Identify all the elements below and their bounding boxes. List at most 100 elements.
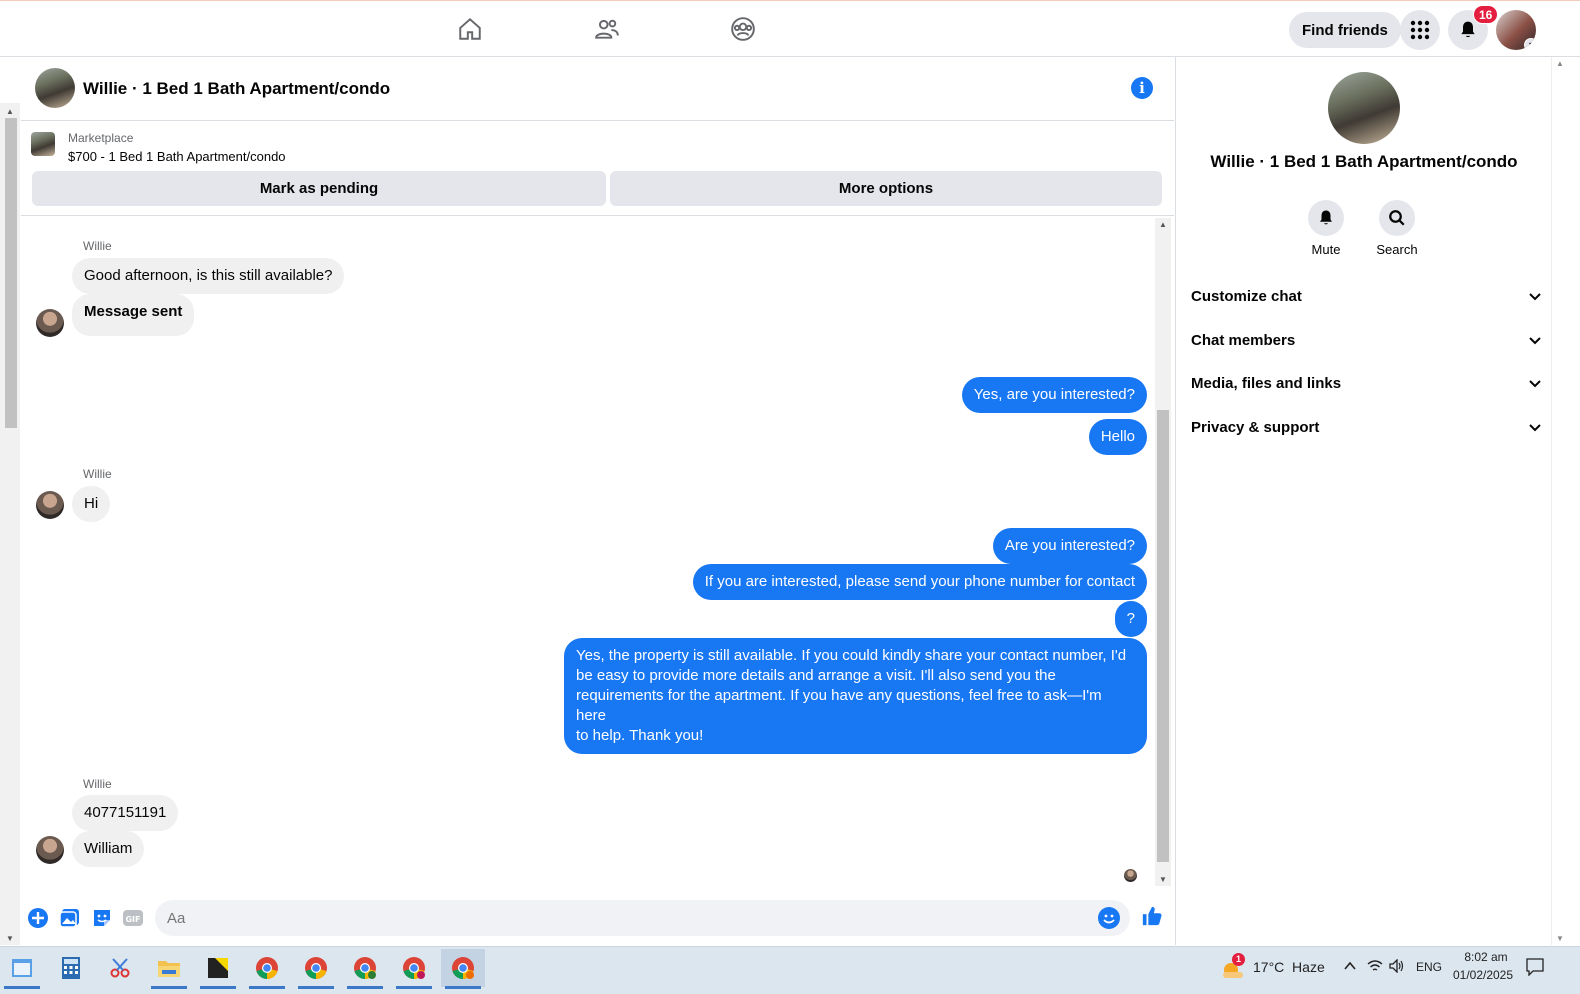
taskbar-app-calculator[interactable]	[49, 949, 93, 987]
mute-label: Mute	[1311, 242, 1341, 257]
message-outgoing[interactable]: If you are interested, please send your …	[692, 564, 1147, 600]
scroll-up-arrow[interactable]: ▲	[1556, 59, 1564, 68]
search-label: Search	[1376, 242, 1418, 257]
taskbar-app-chrome-4[interactable]	[392, 949, 436, 989]
taskbar: 1 17°C Haze ENG 8:02 am 01/02/2025	[0, 946, 1580, 994]
active-indicator	[298, 986, 334, 989]
message-list[interactable]: Willie Good afternoon, is this still ava…	[21, 216, 1154, 896]
sender-avatar[interactable]	[36, 491, 64, 519]
mute-button[interactable]: Mute	[1296, 200, 1356, 257]
listing-avatar-large[interactable]	[1328, 72, 1400, 144]
message-outgoing[interactable]: ?	[1114, 601, 1147, 637]
media-files-links-item[interactable]: Media, files and links	[1191, 365, 1541, 401]
find-friends-button[interactable]: Find friends	[1289, 12, 1401, 48]
marketplace-bar: Marketplace $700 - 1 Bed 1 Bath Apartmen…	[21, 121, 1174, 216]
message-outgoing[interactable]: Yes, are you interested?	[961, 377, 1147, 413]
message-incoming[interactable]: William	[72, 831, 145, 867]
taskbar-app-chrome-1[interactable]	[245, 949, 289, 989]
read-receipt-avatar	[1124, 869, 1137, 882]
chat-header: Willie · 1 Bed 1 Bath Apartment/condo i	[21, 57, 1174, 121]
chrome-icon	[452, 957, 474, 979]
like-icon[interactable]	[1141, 905, 1163, 927]
chevron-down-icon	[1529, 419, 1541, 436]
wifi-icon[interactable]	[1367, 959, 1383, 978]
scroll-up-arrow[interactable]: ▲	[6, 107, 14, 116]
profile-avatar[interactable]: ▾	[1496, 10, 1536, 50]
chat-title[interactable]: Willie · 1 Bed 1 Bath Apartment/condo	[83, 79, 390, 99]
listing-title[interactable]: $700 - 1 Bed 1 Bath Apartment/condo	[68, 149, 286, 164]
chevron-down-icon	[1529, 288, 1541, 305]
message-line: requirements for the apartment. If you h…	[576, 687, 1102, 724]
scroll-down-arrow[interactable]: ▼	[6, 934, 14, 943]
privacy-support-item[interactable]: Privacy & support	[1191, 409, 1541, 445]
clock-time[interactable]: 8:02 am	[1458, 950, 1514, 964]
scroll-down-arrow[interactable]: ▼	[1556, 934, 1564, 943]
speaker-icon[interactable]	[1389, 958, 1405, 978]
friends-icon[interactable]	[591, 13, 623, 45]
info-icon[interactable]: i	[1131, 77, 1153, 99]
taskbar-app-chrome-3[interactable]	[343, 949, 387, 989]
listing-thumbnail[interactable]	[31, 132, 55, 156]
language-indicator[interactable]: ENG	[1416, 960, 1442, 974]
chat-members-item[interactable]: Chat members	[1191, 322, 1541, 358]
mark-as-pending-button[interactable]: Mark as pending	[32, 171, 606, 206]
sender-name: Willie	[83, 467, 112, 481]
message-incoming[interactable]: Good afternoon, is this still available?	[72, 258, 345, 294]
message-input[interactable]	[167, 909, 1067, 927]
menu-grid-button[interactable]	[1400, 10, 1440, 50]
folder-icon	[158, 961, 180, 977]
listing-avatar[interactable]	[35, 68, 75, 108]
message-outgoing-long[interactable]: Yes, the property is still available. If…	[564, 638, 1147, 754]
weather-text[interactable]: 17°C Haze	[1253, 959, 1325, 975]
search-button[interactable]: Search	[1367, 200, 1427, 257]
chrome-icon	[305, 957, 327, 979]
weather-icon[interactable]: 1	[1220, 953, 1246, 981]
active-indicator	[396, 986, 432, 989]
groups-icon[interactable]	[727, 13, 759, 45]
messages-scrollbar[interactable]: ▲ ▼	[1155, 218, 1171, 886]
clock-date[interactable]: 01/02/2025	[1452, 968, 1514, 982]
chevron-down-icon: ▾	[1524, 38, 1536, 50]
sender-avatar[interactable]	[36, 836, 64, 864]
more-options-button[interactable]: More options	[610, 171, 1162, 206]
scroll-up-arrow[interactable]: ▲	[1159, 220, 1167, 229]
message-input-container[interactable]	[155, 900, 1130, 936]
message-line: be easy to provide more details and arra…	[576, 667, 1056, 684]
message-incoming[interactable]: Message sent	[72, 294, 195, 336]
scrollbar-thumb[interactable]	[1157, 410, 1169, 862]
home-icon[interactable]	[454, 13, 486, 45]
taskbar-app-chrome-2[interactable]	[294, 949, 338, 989]
weather-badge: 1	[1232, 953, 1245, 966]
grid-icon	[1410, 20, 1430, 40]
active-indicator	[249, 986, 285, 989]
message-outgoing[interactable]: Hello	[1088, 419, 1147, 455]
scroll-down-arrow[interactable]: ▼	[1159, 875, 1167, 884]
taskbar-app-snipping[interactable]	[98, 949, 142, 987]
taskbar-app-notepad[interactable]	[0, 949, 44, 989]
chevron-down-icon	[1529, 375, 1541, 392]
sticky-notes-icon	[208, 958, 228, 978]
active-indicator	[200, 986, 236, 989]
sticker-icon[interactable]	[91, 907, 113, 929]
customize-chat-item[interactable]: Customize chat	[1191, 278, 1541, 314]
message-composer: GIF	[21, 896, 1174, 944]
chevron-up-icon[interactable]	[1343, 959, 1357, 978]
message-incoming[interactable]: Hi	[72, 486, 111, 522]
sender-name: Willie	[83, 777, 112, 791]
gif-icon[interactable]: GIF	[122, 907, 144, 929]
message-line: Yes, the property is still available. If…	[576, 647, 1127, 664]
plus-icon[interactable]	[27, 907, 49, 929]
message-outgoing[interactable]: Are you interested?	[992, 528, 1147, 564]
emoji-icon[interactable]	[1098, 907, 1120, 929]
scrollbar-thumb[interactable]	[5, 118, 17, 428]
taskbar-app-chrome-5[interactable]	[441, 949, 485, 989]
page-scrollbar[interactable]: ▲ ▼	[0, 103, 20, 945]
sender-avatar[interactable]	[36, 309, 64, 337]
photo-icon[interactable]	[59, 907, 81, 929]
taskbar-app-file-explorer[interactable]	[147, 949, 191, 989]
notification-center-icon[interactable]	[1526, 958, 1544, 981]
window-scrollbar[interactable]: ▲ ▼	[1551, 57, 1568, 945]
taskbar-app-sticky-notes[interactable]	[196, 949, 240, 989]
bell-icon	[1308, 200, 1344, 236]
message-incoming[interactable]: 4077151191	[72, 795, 179, 831]
